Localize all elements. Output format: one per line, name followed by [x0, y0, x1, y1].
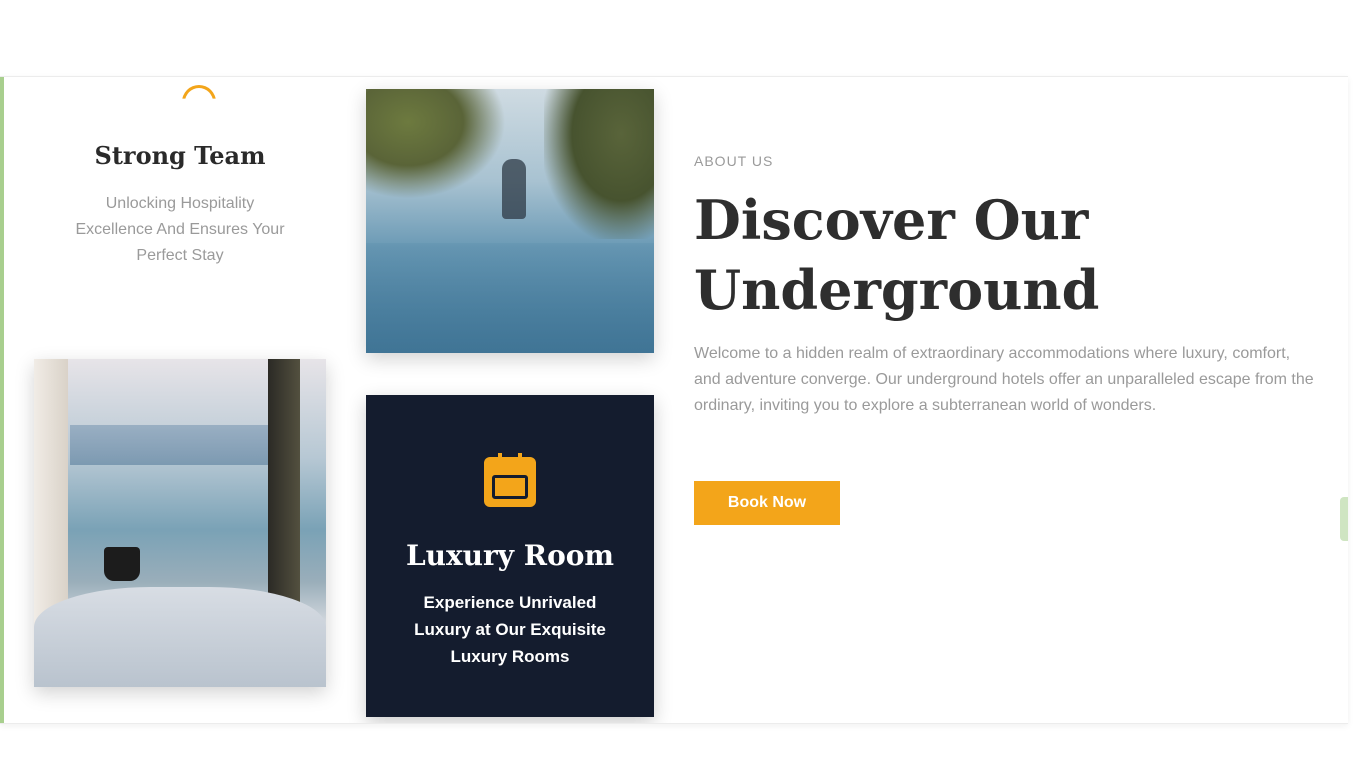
tree-foliage-left: [366, 89, 506, 199]
feature-title: Strong Team: [94, 141, 266, 170]
curtain-right: [268, 359, 300, 617]
feature-card-strong-team: Strong Team Unlocking Hospitality Excell…: [20, 77, 340, 317]
luxury-card-text: Experience Unrivaled Luxury at Our Exqui…: [414, 593, 606, 666]
city-skyline: [70, 425, 270, 465]
lake-photo: [366, 89, 654, 353]
calendar-icon: [484, 453, 536, 507]
left-accent-strip: [0, 77, 4, 723]
section-heading: Discover Our Underground: [694, 188, 1100, 322]
bed-linen: [34, 587, 326, 687]
section-label: ABOUT US: [694, 153, 774, 169]
tree-foliage-right: [544, 89, 654, 239]
about-section: Strong Team Unlocking Hospitality Excell…: [0, 76, 1348, 724]
water-reflection: [366, 243, 654, 353]
luxury-room-card[interactable]: Luxury Room Experience Unrivaled Luxury …: [366, 395, 654, 717]
section-body: Welcome to a hidden realm of extraordina…: [694, 345, 1314, 414]
coffee-cup: [104, 547, 140, 581]
side-tab-handle[interactable]: [1340, 497, 1348, 541]
book-now-button[interactable]: Book Now: [694, 481, 840, 525]
arc-icon: [182, 85, 216, 99]
paddleboarder-figure: [502, 159, 526, 219]
feature-text: Unlocking Hospitality Excellence And Ens…: [75, 195, 285, 264]
room-view-photo: [34, 359, 326, 687]
luxury-card-title: Luxury Room: [405, 539, 615, 572]
